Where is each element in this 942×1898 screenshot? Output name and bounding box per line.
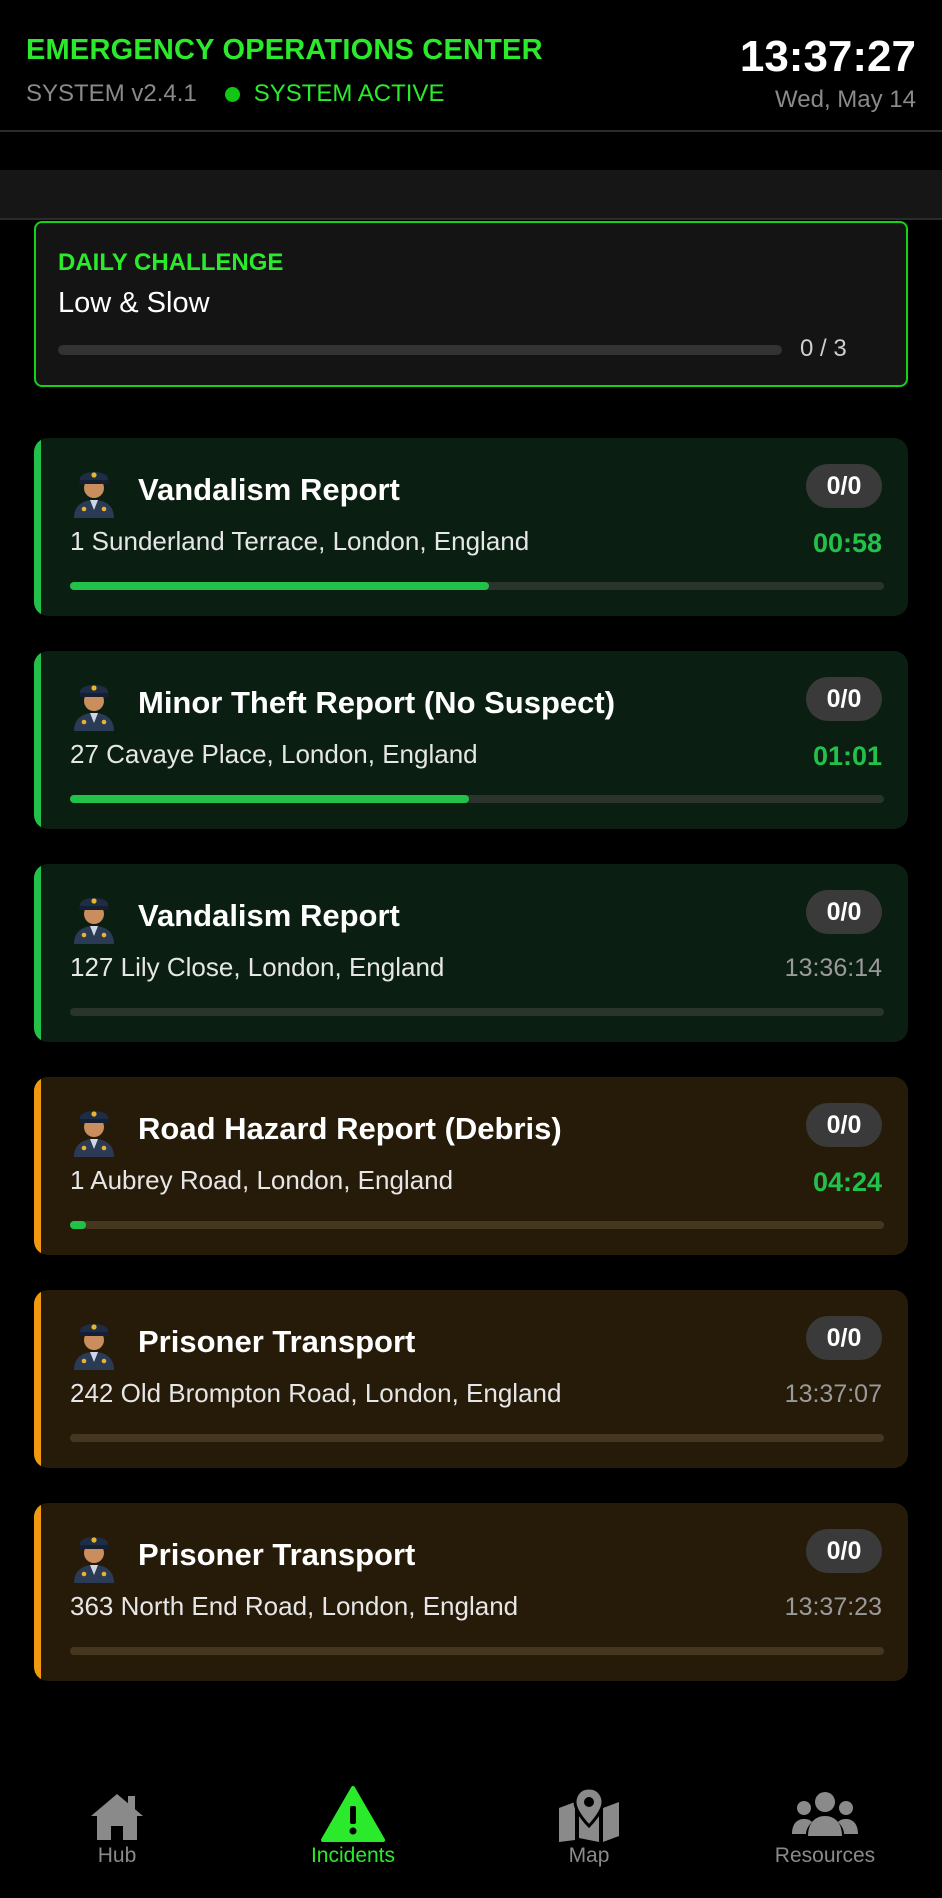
incident-address: 27 Cavaye Place, London, England xyxy=(70,739,478,769)
incident-address: 363 North End Road, London, England xyxy=(70,1591,519,1621)
units-badge: 0/0 xyxy=(806,677,882,721)
units-badge: 0/0 xyxy=(806,1316,882,1360)
incident-card[interactable]: Prisoner Transport 0/0 242 Old Brompton … xyxy=(34,1290,908,1468)
incident-name: Prisoner Transport xyxy=(138,1324,416,1359)
clock-date: Wed, May 14 xyxy=(775,86,916,113)
incident-card[interactable]: Road Hazard Report (Debris) 0/0 1 Aubrey… xyxy=(34,1077,908,1255)
incident-progress-bar xyxy=(70,1434,884,1442)
nav-map[interactable]: Map xyxy=(489,1786,689,1868)
units-badge: 0/0 xyxy=(806,1529,882,1573)
incident-card[interactable]: Vandalism Report 0/0 127 Lily Close, Lon… xyxy=(34,864,908,1042)
incident-address: 242 Old Brompton Road, London, England xyxy=(70,1378,562,1408)
incident-card[interactable]: Prisoner Transport 0/0 363 North End Roa… xyxy=(34,1503,908,1681)
priority-edge xyxy=(34,651,41,829)
incident-progress-bar xyxy=(70,582,884,590)
police-officer-icon xyxy=(68,1316,120,1370)
nav-incidents[interactable]: Incidents xyxy=(253,1786,453,1868)
nav-hub[interactable]: Hub xyxy=(17,1786,217,1868)
incident-timer: 01:01 xyxy=(812,741,882,771)
clock-time: 13:37:27 xyxy=(739,32,916,81)
units-badge: 0/0 xyxy=(806,464,882,508)
warning-icon xyxy=(321,1786,385,1842)
incident-progress-bar xyxy=(70,1647,884,1655)
priority-edge xyxy=(34,1503,41,1681)
priority-edge xyxy=(34,1077,41,1255)
incident-timestamp: 13:37:23 xyxy=(784,1593,882,1621)
incident-card[interactable]: Minor Theft Report (No Suspect) 0/0 27 C… xyxy=(34,651,908,829)
incident-progress-bar xyxy=(70,1008,884,1016)
app-header: EMERGENCY OPERATIONS CENTER SYSTEM v2.4.… xyxy=(0,0,942,132)
challenge-label: DAILY CHALLENGE xyxy=(58,249,284,276)
units-badge: 0/0 xyxy=(806,890,882,934)
police-officer-icon xyxy=(68,890,120,944)
incident-name: Prisoner Transport xyxy=(138,1537,416,1572)
incident-timestamp: 13:36:14 xyxy=(784,954,882,982)
police-officer-icon xyxy=(68,1529,120,1583)
nav-resources[interactable]: Resources xyxy=(725,1786,925,1868)
filter-strip xyxy=(0,170,942,220)
challenge-progress-bar xyxy=(58,345,782,355)
police-officer-icon xyxy=(68,464,120,518)
incident-name: Minor Theft Report (No Suspect) xyxy=(138,685,616,720)
incident-timer: 00:58 xyxy=(812,528,882,558)
challenge-name: Low & Slow xyxy=(58,287,210,319)
police-officer-icon xyxy=(68,677,120,731)
incident-address: 127 Lily Close, London, England xyxy=(70,952,445,982)
incident-name: Vandalism Report xyxy=(138,898,400,933)
system-status-row: SYSTEM v2.4.1 SYSTEM ACTIVE xyxy=(26,80,444,108)
priority-edge xyxy=(34,1290,41,1468)
system-version: SYSTEM v2.4.1 xyxy=(26,80,197,107)
incident-address: 1 Aubrey Road, London, England xyxy=(70,1165,454,1195)
incident-progress-bar xyxy=(70,795,884,803)
nav-incidents-label: Incidents xyxy=(310,1844,396,1867)
units-badge: 0/0 xyxy=(806,1103,882,1147)
incident-progress-fill xyxy=(70,582,490,590)
daily-challenge-card[interactable]: DAILY CHALLENGE Low & Slow 0 / 3 xyxy=(34,221,908,387)
home-icon xyxy=(91,1794,143,1840)
incident-progress-bar xyxy=(70,1221,884,1229)
challenge-progress-count: 0 / 3 xyxy=(800,335,847,362)
app-title: EMERGENCY OPERATIONS CENTER xyxy=(26,34,543,66)
priority-edge xyxy=(34,438,41,616)
police-officer-icon xyxy=(68,1103,120,1157)
incident-progress-fill xyxy=(70,795,469,803)
incident-progress-fill xyxy=(70,1221,87,1229)
incident-timer: 04:24 xyxy=(812,1167,882,1197)
nav-map-label: Map xyxy=(568,1844,610,1867)
status-dot-icon xyxy=(224,86,240,102)
nav-resources-label: Resources xyxy=(774,1844,876,1867)
system-status: SYSTEM ACTIVE xyxy=(253,80,445,107)
nav-hub-label: Hub xyxy=(97,1844,137,1867)
incident-card[interactable]: Vandalism Report 0/0 1 Sunderland Terrac… xyxy=(34,438,908,616)
incident-address: 1 Sunderland Terrace, London, England xyxy=(70,526,530,556)
users-icon xyxy=(792,1792,858,1836)
incident-timestamp: 13:37:07 xyxy=(784,1380,882,1408)
incident-name: Road Hazard Report (Debris) xyxy=(138,1111,562,1146)
incident-name: Vandalism Report xyxy=(138,472,400,507)
bottom-nav: Hub Incidents Map Resources xyxy=(0,1768,942,1898)
priority-edge xyxy=(34,864,41,1042)
map-pin-icon xyxy=(559,1786,619,1842)
